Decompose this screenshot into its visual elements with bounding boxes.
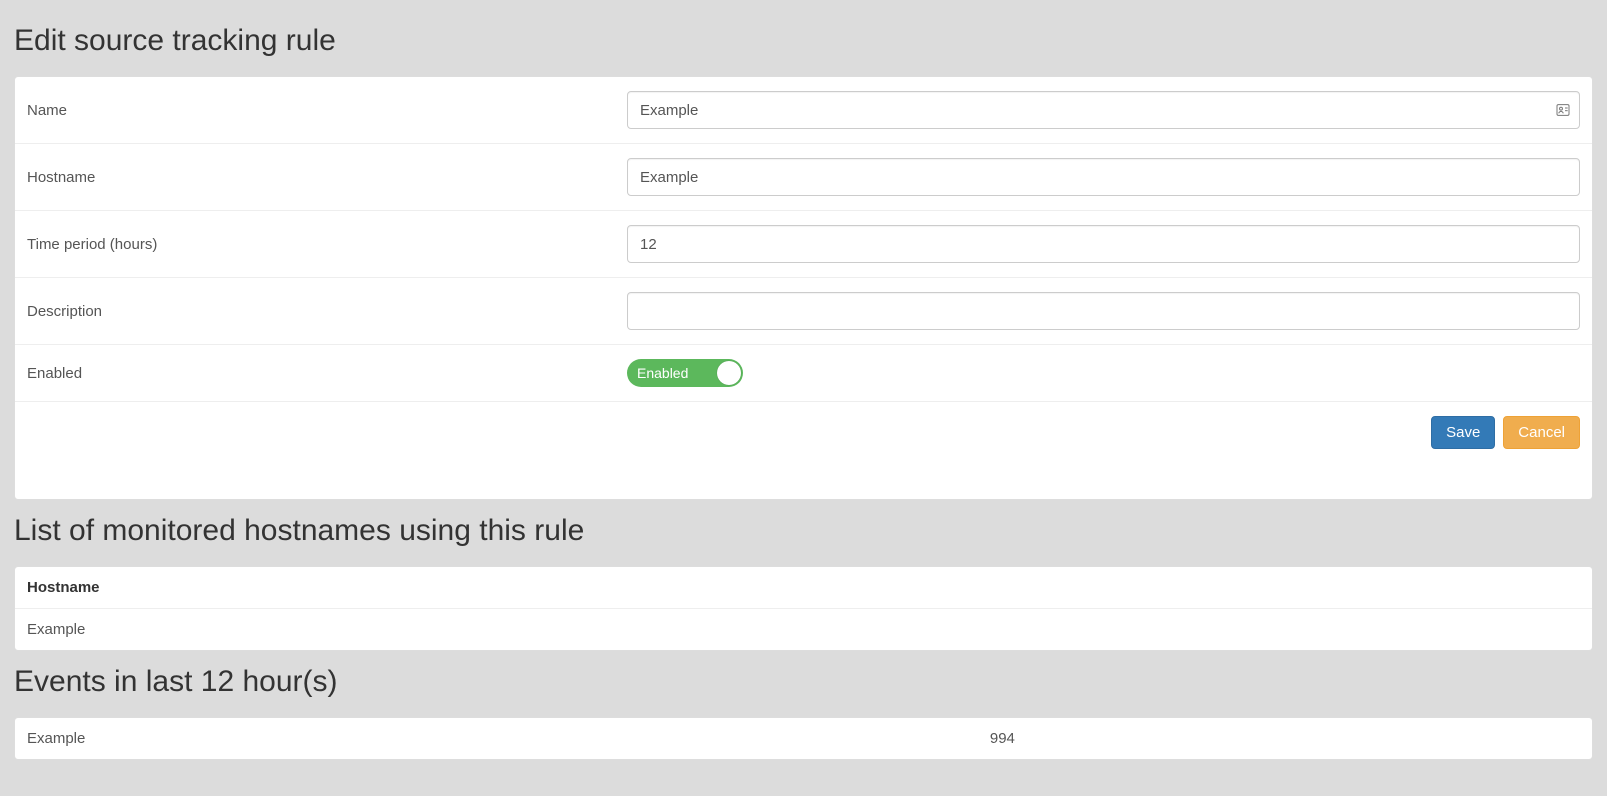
hostnames-row: Example [15, 609, 1592, 650]
time-period-label: Time period (hours) [27, 236, 627, 253]
form-row-description: Description [15, 278, 1592, 345]
events-count-cell: 994 [990, 730, 1580, 747]
hostnames-title: List of monitored hostnames using this r… [14, 514, 1593, 548]
description-label: Description [27, 303, 627, 320]
enabled-toggle[interactable]: Enabled [627, 359, 743, 387]
time-period-input[interactable] [627, 225, 1580, 263]
form-row-name: Name [15, 77, 1592, 144]
toggle-knob [717, 361, 741, 385]
events-row: Example 994 [15, 718, 1592, 759]
form-button-row: Save Cancel [15, 402, 1592, 499]
save-button[interactable]: Save [1431, 416, 1495, 449]
cancel-button[interactable]: Cancel [1503, 416, 1580, 449]
hostnames-header-row: Hostname [15, 567, 1592, 609]
contact-card-icon [1554, 101, 1572, 119]
name-input[interactable] [627, 91, 1580, 129]
hostnames-header-cell: Hostname [27, 579, 100, 596]
events-table: Example 994 [14, 717, 1593, 760]
enabled-toggle-text: Enabled [637, 365, 688, 381]
form-row-hostname: Hostname [15, 144, 1592, 211]
form-row-time-period: Time period (hours) [15, 211, 1592, 278]
description-input[interactable] [627, 292, 1580, 330]
hostname-input[interactable] [627, 158, 1580, 196]
hostname-label: Hostname [27, 169, 627, 186]
hostnames-table: Hostname Example [14, 566, 1593, 651]
name-label: Name [27, 102, 627, 119]
enabled-label: Enabled [27, 365, 627, 382]
edit-form-panel: Name Hostname T [14, 76, 1593, 500]
events-hostname-cell: Example [27, 730, 990, 747]
edit-title: Edit source tracking rule [14, 24, 1593, 58]
hostnames-cell: Example [27, 621, 85, 638]
events-title: Events in last 12 hour(s) [14, 665, 1593, 699]
form-row-enabled: Enabled Enabled [15, 345, 1592, 402]
